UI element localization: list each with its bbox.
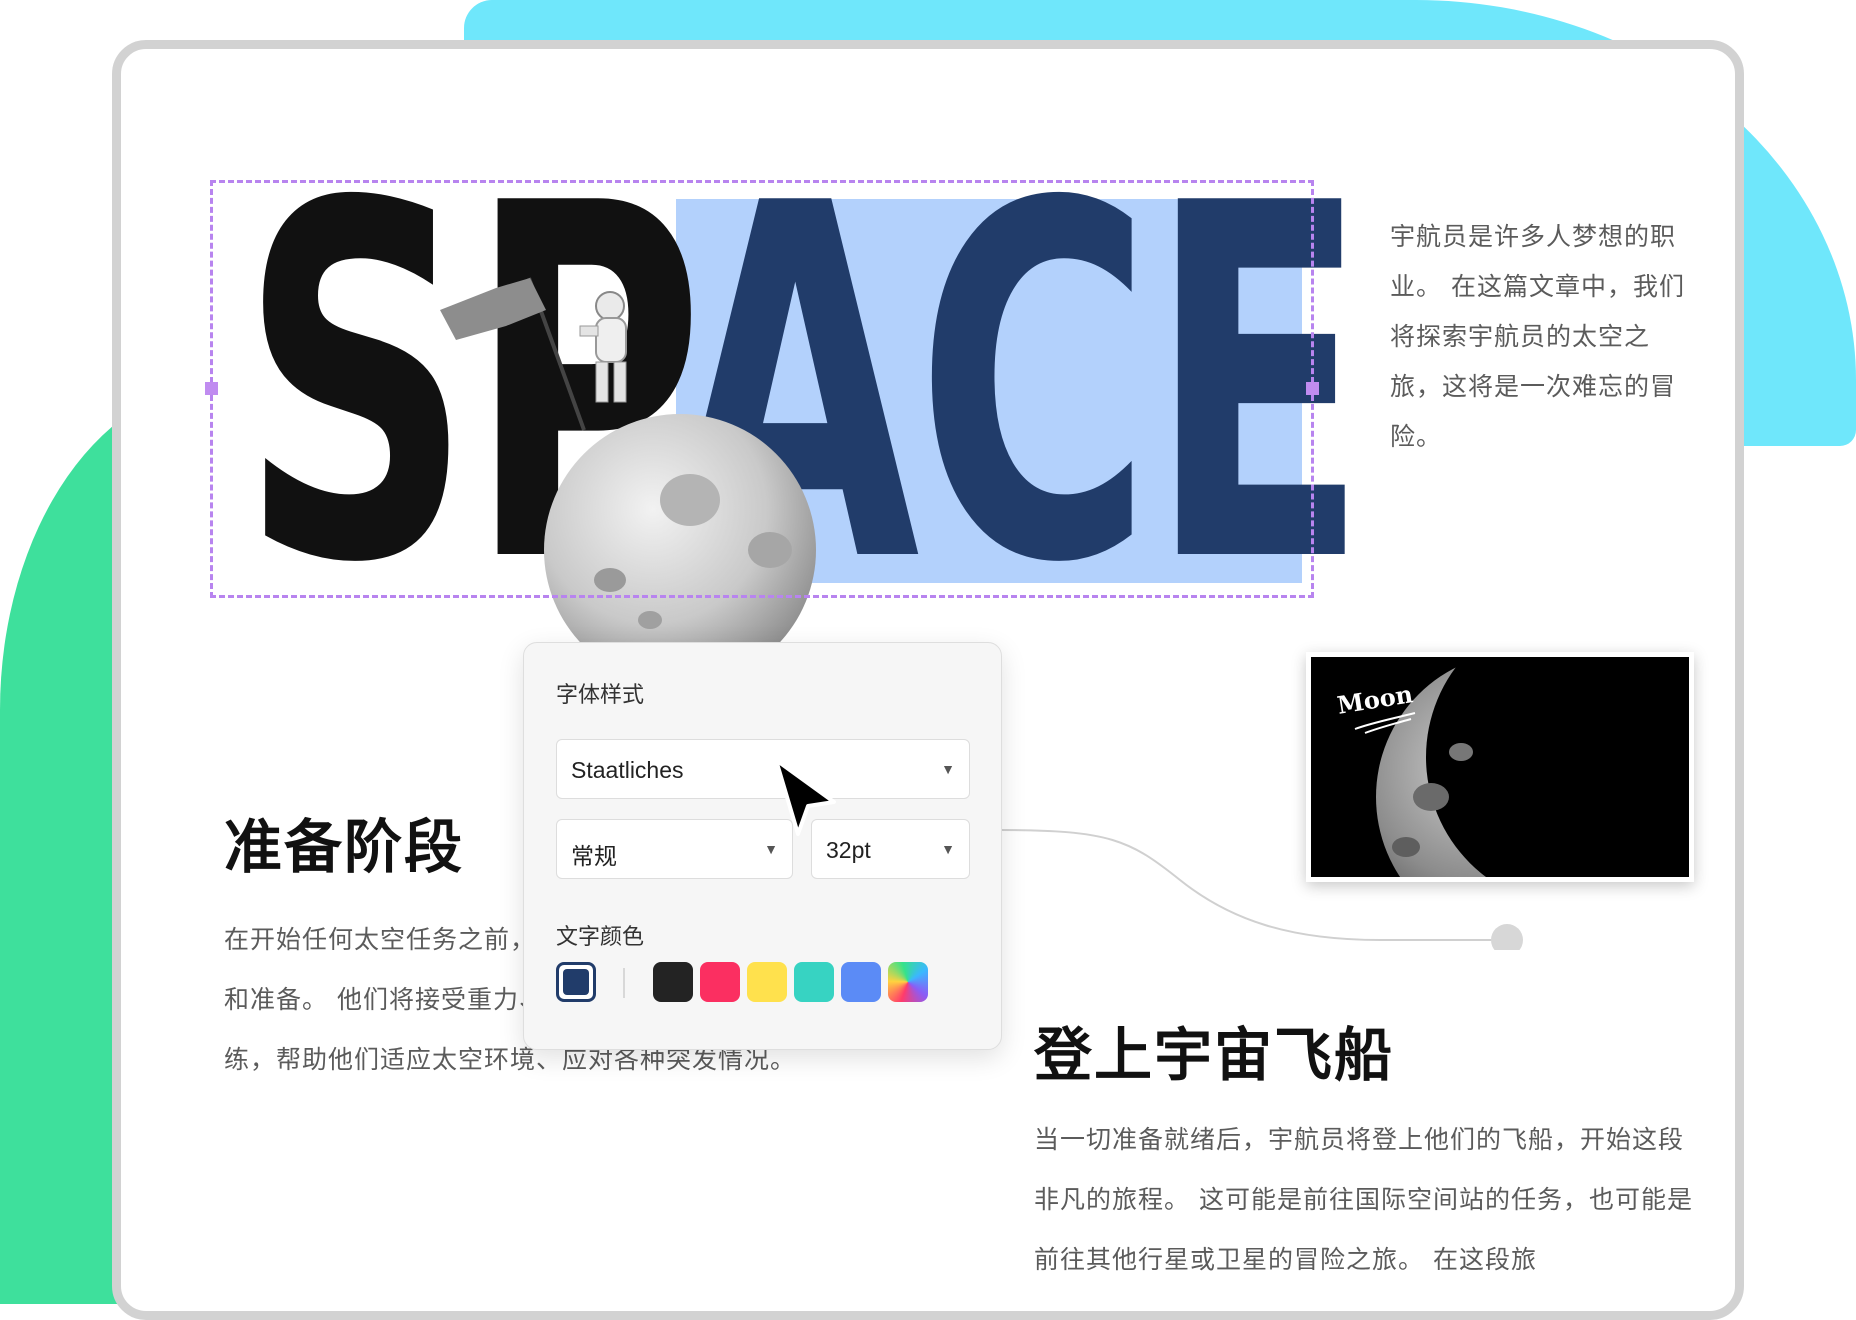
section-board-body: 当一切准备就绪后，宇航员将登上他们的飞船，开始这段非凡的旅程。 这可能是前往国际… — [1034, 1125, 1693, 1274]
dropdown-caret-icon: ▼ — [941, 841, 955, 857]
font-size-value: 32pt — [826, 837, 871, 863]
swatch-divider — [623, 968, 625, 998]
swatch-black[interactable] — [653, 962, 693, 1002]
dropdown-caret-icon: ▼ — [764, 841, 778, 857]
moon-photo[interactable]: Moon — [1306, 652, 1694, 882]
swatch-yellow[interactable] — [747, 962, 787, 1002]
font-style-panel: 字体样式 Staatliches ▼ 常规 ▼ 32pt ▼ 文字颜色 — [523, 642, 1002, 1050]
font-family-value: Staatliches — [571, 757, 684, 783]
swatch-teal[interactable] — [794, 962, 834, 1002]
font-weight-value: 常规 — [571, 843, 617, 869]
swatch-selected-navy[interactable] — [556, 962, 596, 1002]
swatch-blue[interactable] — [841, 962, 881, 1002]
resize-handle-left[interactable] — [205, 382, 218, 395]
mouse-pointer-icon — [774, 758, 836, 836]
swatch-pink[interactable] — [700, 962, 740, 1002]
resize-handle-right[interactable] — [1306, 382, 1319, 395]
text-color-label: 文字颜色 — [556, 925, 645, 950]
dropdown-caret-icon: ▼ — [941, 761, 955, 777]
section-prep-title: 准备阶段 — [224, 813, 465, 881]
panel-title: 字体样式 — [556, 683, 645, 708]
font-weight-dropdown[interactable]: 常规 ▼ — [556, 819, 793, 879]
font-family-dropdown[interactable]: Staatliches ▼ — [556, 739, 970, 799]
section-board-title: 登上宇宙飞船 — [1034, 1021, 1395, 1089]
swatch-rainbow[interactable] — [888, 962, 928, 1002]
swoosh-underline-icon — [1354, 712, 1416, 734]
intro-paragraph: 宇航员是许多人梦想的职业。 在这篇文章中，我们将探索宇航员的太空之旅，这将是一次… — [1390, 222, 1685, 451]
text-box-selection-frame[interactable] — [205, 180, 1319, 598]
